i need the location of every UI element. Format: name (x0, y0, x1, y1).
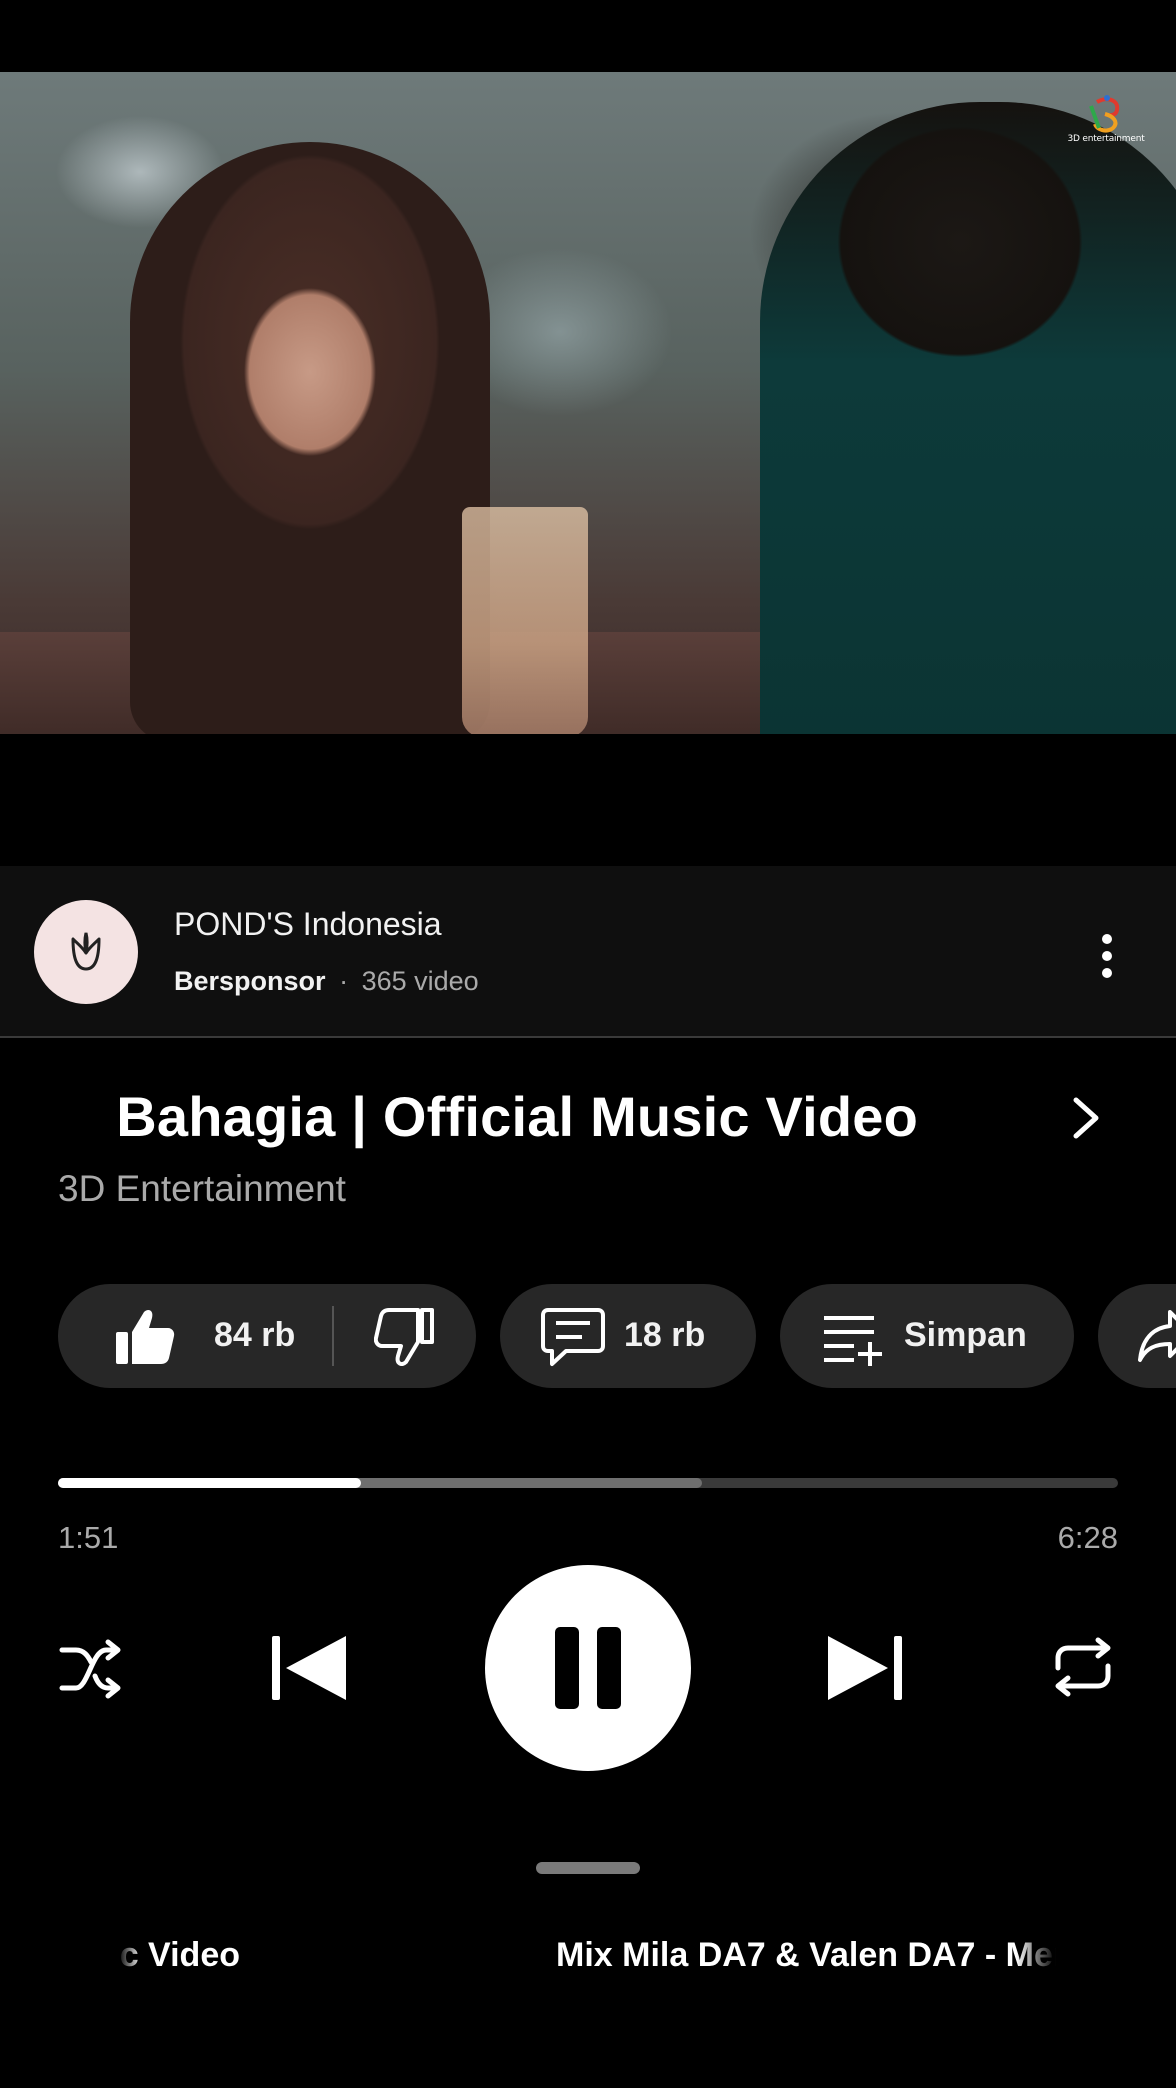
more-vertical-icon[interactable] (1090, 926, 1124, 986)
like-count[interactable]: 84 rb (214, 1316, 295, 1355)
skip-next-icon[interactable] (820, 1628, 910, 1708)
save-label: Simpan (904, 1316, 1027, 1354)
more-dot (1102, 951, 1112, 961)
marquee-fade (58, 1084, 84, 1154)
up-next-title: Mix Mila DA7 & Valen DA7 - Menanti Kekas… (556, 1936, 1056, 1974)
marquee-fade (118, 1930, 142, 1986)
song-title-marquee[interactable]: Bahagia | Official Music Video (58, 1084, 1038, 1154)
skip-previous-icon[interactable] (264, 1628, 354, 1708)
pause-icon (555, 1627, 621, 1709)
meta-separator: · (339, 966, 349, 996)
like-divider (332, 1306, 334, 1366)
thumb-down-icon[interactable] (374, 1306, 436, 1368)
repeat-icon[interactable] (1050, 1634, 1116, 1700)
tulip-logo-icon (71, 932, 101, 971)
sponsor-meta: Bersponsor · 365 video (174, 966, 479, 997)
up-next-item[interactable]: Official Music Video (118, 1930, 318, 1986)
pause-button[interactable] (485, 1565, 691, 1771)
sponsored-label: Bersponsor (174, 966, 326, 996)
sponsor-avatar[interactable] (34, 900, 138, 1004)
video-scene-glass (462, 507, 588, 734)
more-dot (1102, 934, 1112, 944)
thumb-up-icon[interactable] (114, 1306, 176, 1368)
save-button[interactable]: Simpan (780, 1284, 1074, 1388)
comment-icon (541, 1308, 605, 1366)
like-dislike-pill: 84 rb (58, 1284, 476, 1388)
video-scene-person-right (760, 102, 1176, 734)
bottom-sheet-handle[interactable] (536, 1862, 640, 1874)
total-time: 6:28 (1057, 1520, 1118, 1555)
3d-entertainment-logo-icon (1089, 95, 1120, 133)
video-watermark: 3D entertainment (1066, 94, 1146, 154)
watermark-text: 3D entertainment (1067, 134, 1145, 144)
action-bar: 84 rb 18 rb Simpan (58, 1284, 1176, 1388)
more-dot (1102, 968, 1112, 978)
up-next-bar: Official Music Video Mix Mila DA7 & Vale… (0, 1930, 1176, 1986)
status-bar (0, 0, 1176, 72)
shuffle-icon[interactable] (58, 1636, 124, 1702)
current-time: 1:51 (58, 1520, 119, 1555)
comments-button[interactable]: 18 rb (500, 1284, 756, 1388)
share-icon (1138, 1310, 1176, 1362)
video-player[interactable]: 3D entertainment (0, 72, 1176, 734)
sponsored-banner[interactable]: POND'S Indonesia Bersponsor · 365 video (0, 866, 1176, 1038)
sponsor-title[interactable]: POND'S Indonesia (174, 906, 442, 943)
video-scene-person-left (130, 142, 490, 734)
up-next-item[interactable]: Mix Mila DA7 & Valen DA7 - Menanti Kekas… (556, 1930, 1056, 1986)
share-button[interactable] (1098, 1284, 1176, 1388)
video-count: 365 video (361, 966, 479, 996)
playlist-add-icon (824, 1316, 882, 1366)
chevron-right-icon[interactable] (1062, 1092, 1110, 1144)
marquee-fade (1016, 1930, 1056, 1986)
seek-bar[interactable] (58, 1478, 1118, 1488)
comment-count: 18 rb (624, 1316, 706, 1354)
song-title: Bahagia | Official Music Video (116, 1085, 918, 1148)
artist-name[interactable]: 3D Entertainment (58, 1168, 346, 1210)
seek-played (58, 1478, 361, 1488)
